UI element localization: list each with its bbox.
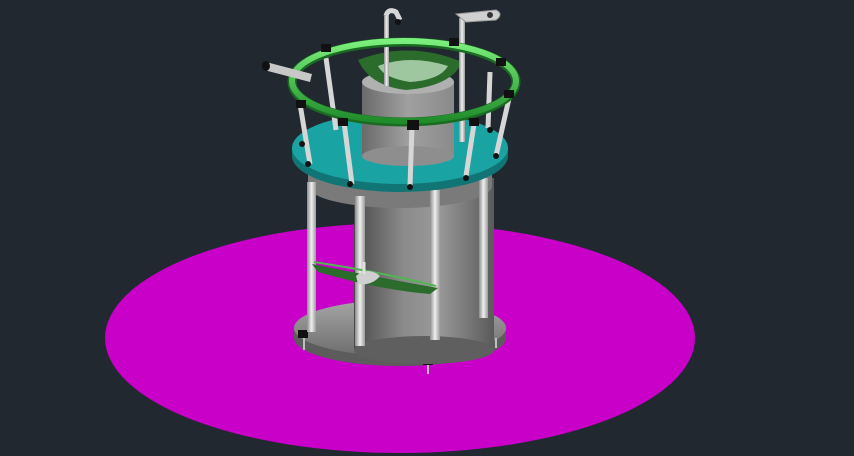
model-drawing — [105, 8, 695, 453]
cad-viewport[interactable] — [0, 0, 854, 456]
